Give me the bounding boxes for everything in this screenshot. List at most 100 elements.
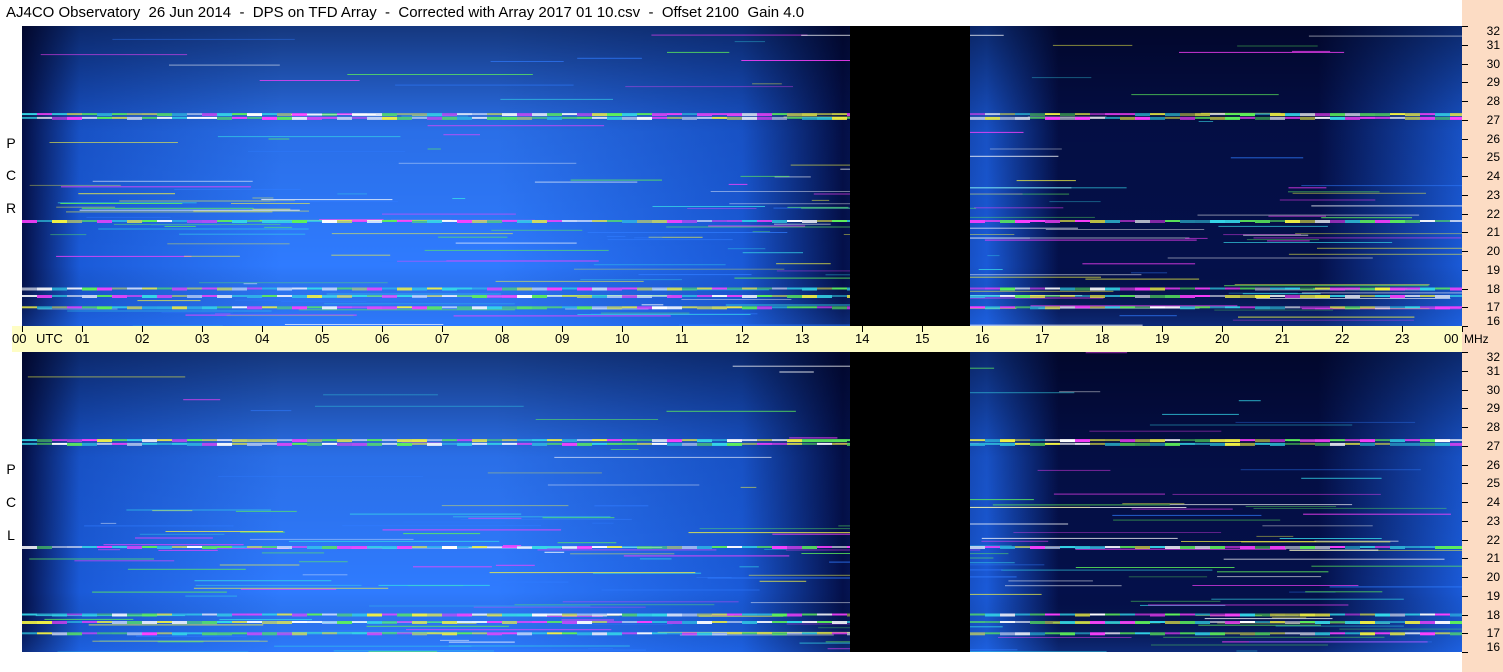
strong-band-segment: [1450, 546, 1462, 549]
noise-line: [112, 38, 295, 40]
strong-band-segment: [157, 439, 172, 442]
strong-band-segment: [1105, 116, 1120, 119]
strong-band-segment: [142, 546, 157, 548]
strong-band-segment: [427, 306, 442, 310]
strong-band-segment: [352, 116, 367, 119]
noise-line: [1128, 576, 1208, 578]
strong-band-segment: [352, 220, 367, 222]
strong-band-segment: [1450, 113, 1462, 117]
strong-band-segment: [217, 442, 232, 446]
strong-band-segment: [127, 306, 142, 310]
noise-line: [326, 293, 502, 295]
strong-band-segment: [622, 306, 637, 309]
strong-band-segment: [487, 546, 502, 548]
strong-band-segment: [247, 613, 262, 616]
strong-band-segment: [577, 113, 592, 117]
strong-band-segment: [1180, 546, 1195, 549]
strong-band-segment: [202, 287, 217, 290]
strong-band-segment: [172, 621, 187, 624]
strong-band-segment: [637, 287, 652, 291]
noise-line: [577, 57, 642, 59]
strong-band-segment: [457, 613, 472, 617]
strong-band-segment: [112, 116, 127, 119]
noise-line: [79, 209, 300, 211]
strong-band-segment: [52, 632, 67, 636]
strong-band-segment: [1015, 621, 1030, 623]
strong-band-segment: [1270, 113, 1285, 117]
strong-band-segment: [262, 287, 277, 290]
strong-band-segment: [1420, 613, 1435, 616]
strong-band-segment: [1120, 287, 1135, 291]
mhz-tick-label: 21: [1486, 551, 1500, 566]
strong-band-segment: [1330, 439, 1345, 442]
noise-line: [185, 595, 237, 597]
strong-band-segment: [787, 546, 802, 549]
strong-band-segment: [682, 116, 697, 120]
strong-band-segment: [382, 287, 397, 290]
strong-band-segment: [1360, 439, 1375, 443]
noise-line: [708, 225, 806, 227]
strong-band-segment: [667, 613, 682, 617]
noise-line: [1218, 225, 1328, 227]
strong-band-segment: [427, 632, 442, 635]
strong-band-segment: [142, 116, 157, 119]
noise-line: [406, 629, 612, 631]
strong-band-segment: [307, 546, 322, 549]
strong-band-segment: [322, 442, 337, 445]
strong-band-segment: [382, 113, 397, 117]
strong-band-segment: [970, 113, 985, 116]
strong-band-segment: [1270, 220, 1285, 222]
strong-band-segment: [1450, 116, 1462, 120]
strong-band-segment: [1030, 546, 1045, 549]
strong-band-segment: [652, 546, 667, 549]
strong-band-segment: [1390, 287, 1405, 291]
strong-band-segment: [382, 295, 397, 298]
strong-band-segment: [157, 546, 172, 549]
noise-line: [275, 200, 321, 202]
strong-band-segment: [1345, 306, 1360, 310]
strong-band-segment: [622, 113, 637, 117]
strong-band-segment: [427, 295, 442, 297]
strong-band-segment: [1120, 306, 1135, 309]
strong-band-segment: [187, 306, 202, 310]
strong-band-segment: [427, 113, 442, 117]
noise-line: [752, 83, 782, 85]
mhz-tick-mark: [1462, 577, 1468, 578]
strong-band-segment: [682, 439, 697, 442]
strong-band-segment: [727, 613, 742, 616]
strong-band-segment: [97, 546, 112, 548]
strong-band-segment: [67, 621, 82, 623]
strong-band-segment: [337, 113, 352, 116]
strong-band-segment: [1135, 220, 1150, 223]
strong-band-segment: [82, 306, 97, 309]
strong-band-segment: [412, 220, 427, 223]
strong-band-segment: [457, 621, 472, 623]
strong-band-segment: [1105, 220, 1120, 223]
strong-band-segment: [832, 621, 847, 624]
strong-band-segment: [202, 113, 217, 117]
strong-band-segment: [427, 220, 442, 223]
mhz-tick-mark: [1462, 138, 1468, 140]
strong-band-segment: [832, 113, 847, 116]
strong-band-segment: [1195, 613, 1210, 616]
strong-band-segment: [412, 439, 427, 443]
strong-band-segment: [352, 632, 367, 635]
strong-band-segment: [970, 439, 985, 442]
strong-band-segment: [1255, 116, 1270, 120]
strong-band-segment: [352, 287, 367, 291]
mhz-tick-mark: [1462, 307, 1468, 309]
strong-band-segment: [1225, 116, 1240, 120]
strong-band-segment: [802, 613, 817, 616]
strong-band-segment: [1030, 295, 1045, 298]
strong-band-segment: [412, 546, 427, 548]
strong-band-segment: [1285, 116, 1300, 119]
strong-band-segment: [697, 287, 712, 290]
strong-band-segment: [1435, 220, 1450, 222]
strong-band-segment: [472, 613, 487, 616]
strong-band-segment: [757, 439, 772, 442]
strong-band-segment: [367, 546, 382, 548]
strong-band-segment: [742, 306, 757, 310]
strong-band-segment: [682, 295, 697, 297]
noise-line: [1224, 285, 1429, 287]
strong-band-segment: [67, 613, 82, 616]
